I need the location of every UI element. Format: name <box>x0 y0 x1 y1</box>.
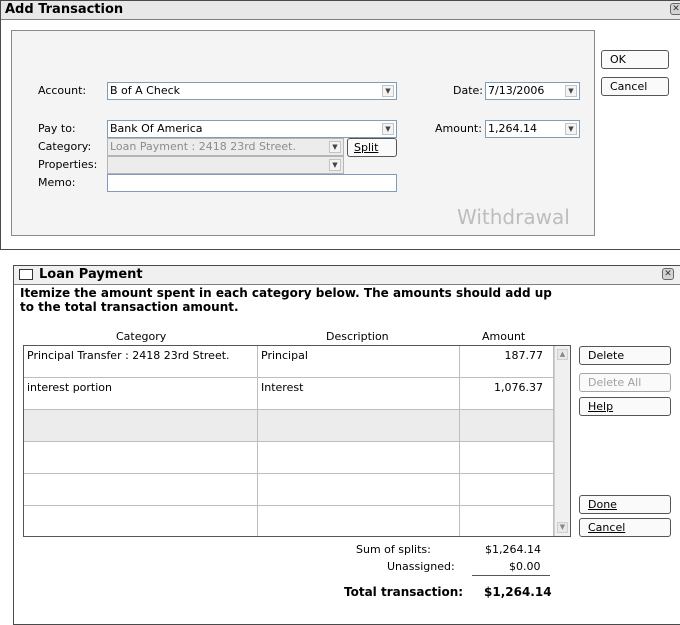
help-button-label: Help <box>588 400 614 413</box>
column-header-category: Category <box>116 330 167 343</box>
loan-payment-title: Loan Payment <box>39 267 143 282</box>
split-cancel-button-label: Cancel <box>588 521 626 534</box>
date-combo[interactable]: 7/13/2006 ▼ <box>485 82 580 100</box>
total-transaction-value: $1,264.14 <box>484 585 552 599</box>
category-value: Loan Payment : 2418 23rd Street. <box>110 140 296 153</box>
memo-field[interactable] <box>107 174 397 192</box>
payto-combo[interactable]: Bank Of America ▼ <box>107 120 397 138</box>
description-cell[interactable]: Principal <box>258 346 460 377</box>
date-value: 7/13/2006 <box>488 84 545 97</box>
delete-all-button[interactable]: Delete All <box>579 373 671 392</box>
chevron-down-icon[interactable]: ▼ <box>329 141 341 153</box>
add-transaction-title: Add Transaction <box>5 2 124 17</box>
unassigned-label: Unassigned: <box>387 560 455 573</box>
description-cell[interactable] <box>258 506 460 536</box>
summary-divider <box>472 575 550 576</box>
transaction-form-panel: Account: B of A Check ▼ Date: 7/13/2006 … <box>11 30 595 236</box>
loan-payment-titlebar: Loan Payment ✕ <box>14 266 680 285</box>
table-row[interactable] <box>24 442 554 474</box>
table-row[interactable] <box>24 506 554 536</box>
category-cell[interactable]: interest portion <box>24 378 258 409</box>
description-cell[interactable] <box>258 442 460 473</box>
date-label: Date: <box>453 84 483 97</box>
close-icon[interactable]: ✕ <box>670 3 680 15</box>
chevron-down-icon[interactable]: ▼ <box>382 85 394 97</box>
payto-label: Pay to: <box>38 122 76 135</box>
payto-value: Bank Of America <box>110 122 203 135</box>
window-icon <box>19 269 33 280</box>
account-label: Account: <box>38 84 87 97</box>
description-cell[interactable] <box>258 474 460 505</box>
category-cell[interactable] <box>24 506 258 536</box>
account-value: B of A Check <box>110 84 181 97</box>
category-cell[interactable]: Principal Transfer : 2418 23rd Street. <box>24 346 258 377</box>
chevron-down-icon[interactable]: ▼ <box>382 123 394 135</box>
category-cell[interactable] <box>24 442 258 473</box>
add-transaction-titlebar: Add Transaction ✕ <box>1 1 680 20</box>
properties-combo[interactable]: ▼ <box>107 156 344 174</box>
close-icon[interactable]: ✕ <box>662 268 674 280</box>
add-transaction-window: Add Transaction ✕ Account: B of A Check … <box>0 0 680 250</box>
transaction-type-watermark: Withdrawal <box>457 205 570 229</box>
chevron-down-icon[interactable]: ▼ <box>565 123 577 135</box>
amount-label: Amount: <box>435 122 482 135</box>
properties-label: Properties: <box>38 158 98 171</box>
scroll-down-icon[interactable]: ▼ <box>557 522 568 533</box>
table-row[interactable] <box>24 410 554 442</box>
split-table: Principal Transfer : 2418 23rd Street. P… <box>23 345 571 537</box>
column-header-amount: Amount <box>482 330 526 343</box>
cancel-button[interactable]: Cancel <box>601 77 669 96</box>
amount-cell[interactable]: 1,076.37 <box>460 378 554 409</box>
delete-button-label: Delete <box>588 349 625 362</box>
unassigned-value: $0.00 <box>509 560 541 573</box>
description-cell[interactable] <box>258 410 460 441</box>
amount-cell[interactable] <box>460 442 554 473</box>
delete-all-button-label: Delete All <box>588 376 642 389</box>
delete-button[interactable]: Delete <box>579 346 671 365</box>
category-combo[interactable]: Loan Payment : 2418 23rd Street. ▼ <box>107 138 344 156</box>
instructions-text: Itemize the amount spent in each categor… <box>20 286 552 314</box>
ok-button-label: OK <box>610 53 626 66</box>
column-header-description: Description <box>326 330 389 343</box>
split-cancel-button[interactable]: Cancel <box>579 518 671 537</box>
account-combo[interactable]: B of A Check ▼ <box>107 82 397 100</box>
sum-of-splits-label: Sum of splits: <box>356 543 431 556</box>
amount-cell[interactable]: 187.77 <box>460 346 554 377</box>
sum-of-splits-value: $1,264.14 <box>485 543 541 556</box>
table-row[interactable]: Principal Transfer : 2418 23rd Street. P… <box>24 346 554 378</box>
memo-label: Memo: <box>38 176 76 189</box>
amount-cell[interactable] <box>460 410 554 441</box>
category-cell[interactable] <box>24 474 258 505</box>
amount-value: 1,264.14 <box>488 122 537 135</box>
amount-cell[interactable] <box>460 474 554 505</box>
table-row[interactable] <box>24 474 554 506</box>
vertical-scrollbar[interactable]: ▲ ▼ <box>554 346 570 536</box>
total-transaction-label: Total transaction: <box>344 585 464 599</box>
description-cell[interactable]: Interest <box>258 378 460 409</box>
category-cell[interactable] <box>24 410 258 441</box>
cancel-button-label: Cancel <box>610 80 648 93</box>
amount-cell[interactable] <box>460 506 554 536</box>
done-button[interactable]: Done <box>579 495 671 514</box>
table-row[interactable]: interest portion Interest 1,076.37 <box>24 378 554 410</box>
chevron-down-icon[interactable]: ▼ <box>329 159 341 171</box>
help-button[interactable]: Help <box>579 397 671 416</box>
ok-button[interactable]: OK <box>601 50 669 69</box>
split-button-label: Split <box>354 141 379 154</box>
done-button-label: Done <box>588 498 617 511</box>
scroll-up-icon[interactable]: ▲ <box>557 349 568 360</box>
category-label: Category: <box>38 140 92 153</box>
amount-combo[interactable]: 1,264.14 ▼ <box>485 120 580 138</box>
chevron-down-icon[interactable]: ▼ <box>565 85 577 97</box>
split-button[interactable]: Split <box>347 138 397 157</box>
